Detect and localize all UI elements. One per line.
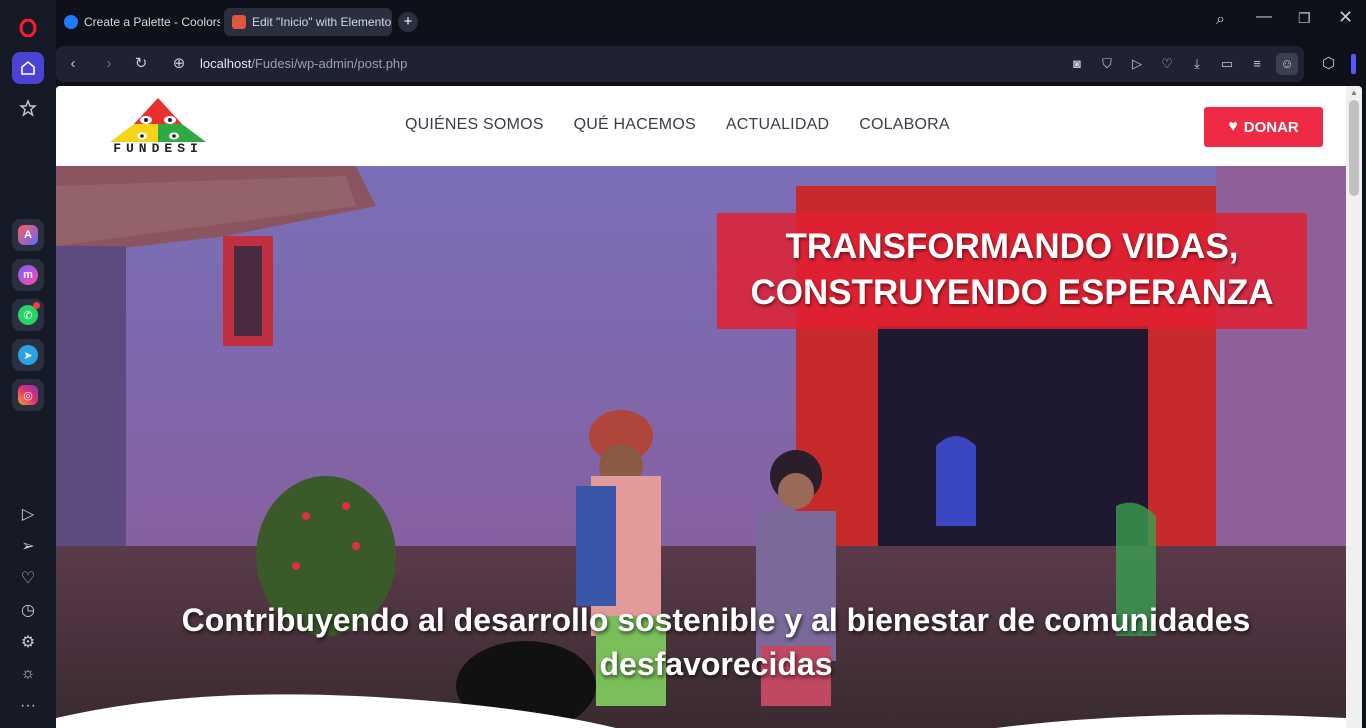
hero-headline-banner: TRANSFORMANDO VIDAS, CONSTRUYENDO ESPERA…: [717, 213, 1307, 329]
restore-button[interactable]: ❐: [1298, 10, 1311, 27]
opera-logo-icon[interactable]: [12, 12, 44, 44]
web-page: FUNDESI QUIÉNES SOMOS QUÉ HACEMOS ACTUAL…: [56, 86, 1362, 728]
tab-elementor[interactable]: Edit "Inicio" with Elementor: [224, 8, 392, 36]
camera-icon[interactable]: ◙: [1068, 55, 1086, 73]
address-bar: ‹ › ↻ ⊕ localhost/Fudesi/wp-admin/post.p…: [56, 42, 1366, 86]
sidebar-toggle-accent[interactable]: [1351, 54, 1356, 74]
reload-icon[interactable]: ↻: [132, 55, 150, 73]
bulb-icon[interactable]: ☼: [12, 658, 44, 690]
scroll-up-arrow-icon[interactable]: ▲: [1350, 88, 1358, 97]
hero-headline-line2: CONSTRUYENDO ESPERANZA: [750, 273, 1274, 312]
hero-headline-line1: TRANSFORMANDO VIDAS,: [785, 227, 1239, 266]
home-icon[interactable]: [12, 52, 44, 84]
more-icon[interactable]: ···: [12, 690, 44, 722]
scrollbar-thumb[interactable]: [1349, 100, 1359, 196]
tab-title: Create a Palette - Coolors: [84, 15, 220, 29]
play-icon[interactable]: ▷: [1128, 55, 1146, 73]
back-icon[interactable]: ‹: [64, 55, 82, 73]
messenger-icon[interactable]: m: [12, 259, 44, 291]
site-header: FUNDESI QUIÉNES SOMOS QUÉ HACEMOS ACTUAL…: [56, 86, 1346, 166]
aria-app-icon[interactable]: A: [12, 219, 44, 251]
menu-item-actualidad[interactable]: ACTUALIDAD: [726, 116, 829, 134]
fundesi-logo[interactable]: FUNDESI: [100, 96, 216, 158]
search-tabs-icon[interactable]: ⌕: [1216, 11, 1225, 29]
battery-icon[interactable]: ▭: [1218, 55, 1236, 73]
tab-coolors[interactable]: Create a Palette - Coolors: [56, 8, 220, 36]
speed-dial-star-icon[interactable]: [12, 92, 44, 124]
menu-item-colabora[interactable]: COLABORA: [859, 116, 950, 134]
instagram-icon[interactable]: ◎: [12, 379, 44, 411]
url-box[interactable]: ‹ › ↻ ⊕ localhost/Fudesi/wp-admin/post.p…: [56, 46, 1304, 82]
page-scrollbar[interactable]: ▲: [1346, 86, 1362, 728]
send-icon[interactable]: ➢: [12, 530, 44, 562]
donate-button[interactable]: ♥ DONAR: [1204, 107, 1323, 147]
profile-icon[interactable]: ☺: [1276, 53, 1298, 75]
new-tab-button[interactable]: +: [398, 12, 418, 32]
elementor-favicon-icon: [232, 15, 246, 29]
history-icon[interactable]: ◷: [12, 594, 44, 626]
tab-title: Edit "Inicio" with Elementor: [252, 15, 392, 29]
favorite-heart-icon[interactable]: ♡: [1158, 55, 1176, 73]
main-menu: QUIÉNES SOMOS QUÉ HACEMOS ACTUALIDAD COL…: [405, 116, 950, 134]
forward-icon[interactable]: ›: [100, 55, 118, 73]
download-icon[interactable]: ⤓: [1188, 55, 1206, 73]
hero-section: TRANSFORMANDO VIDAS, CONSTRUYENDO ESPERA…: [56, 166, 1346, 728]
browser-sidebar: A m ✆ ➤ ◎ ▷ ➢ ♡ ◷ ⚙ ☼ ···: [0, 0, 56, 728]
extensions-cube-icon[interactable]: ⬡: [1322, 54, 1335, 72]
hero-bottom-wave: [56, 694, 1346, 728]
logo-text: FUNDESI: [113, 141, 203, 156]
hero-subtitle: Contribuyendo al desarrollo sostenible y…: [181, 602, 1251, 682]
player-icon[interactable]: ▷: [12, 498, 44, 530]
close-window-button[interactable]: ✕: [1338, 7, 1353, 28]
telegram-icon[interactable]: ➤: [12, 339, 44, 371]
menu-item-quienes-somos[interactable]: QUIÉNES SOMOS: [405, 116, 544, 134]
whatsapp-icon[interactable]: ✆: [12, 299, 44, 331]
donate-label: DONAR: [1243, 118, 1299, 136]
heart-icon[interactable]: ♡: [12, 562, 44, 594]
minimize-button[interactable]: —: [1256, 8, 1272, 26]
shield-icon[interactable]: ⛉: [1098, 55, 1116, 73]
coolors-favicon-icon: [64, 15, 78, 29]
url-text[interactable]: localhost/Fudesi/wp-admin/post.php: [200, 56, 407, 71]
easy-setup-icon[interactable]: ≡: [1248, 55, 1266, 73]
site-info-globe-icon[interactable]: ⊕: [170, 55, 188, 73]
settings-icon[interactable]: ⚙: [12, 626, 44, 658]
tab-bar: Create a Palette - Coolors Edit "Inicio"…: [56, 0, 1366, 42]
heart-icon: ♥: [1228, 118, 1238, 135]
menu-item-que-hacemos[interactable]: QUÉ HACEMOS: [574, 116, 696, 134]
